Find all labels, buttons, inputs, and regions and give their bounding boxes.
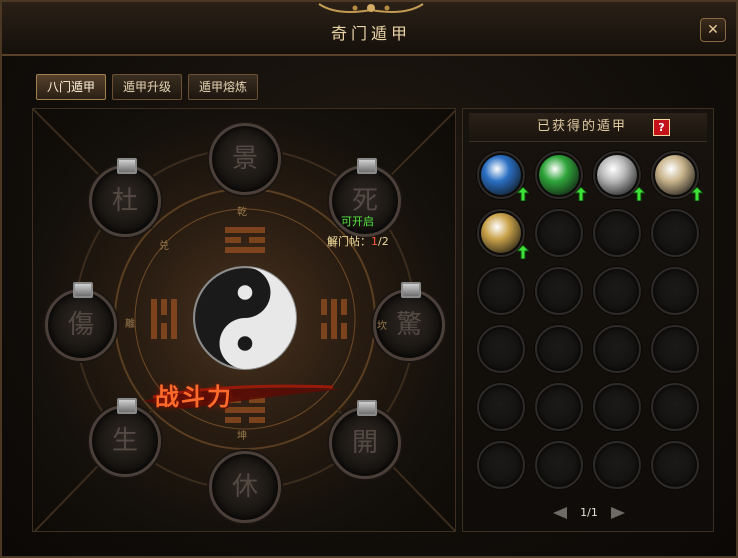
item-slot[interactable] <box>477 325 525 373</box>
item-slot[interactable] <box>477 267 525 315</box>
item-slot[interactable] <box>593 209 641 257</box>
green-swirl-icon <box>539 155 579 195</box>
obtained-dunjia-panel: 已获得的遁甲 ? 1/1 <box>462 108 714 532</box>
panel-header: 已获得的遁甲 ? <box>469 113 707 142</box>
title-bar[interactable]: 奇门遁甲 ✕ <box>2 2 736 56</box>
item-slot[interactable] <box>651 151 703 201</box>
item-slot[interactable] <box>477 209 529 259</box>
combat-power-label: 战斗力 <box>155 382 233 411</box>
upgrade-arrow-icon <box>575 187 587 201</box>
upgrade-arrow-icon <box>633 187 645 201</box>
item-slot[interactable] <box>535 267 583 315</box>
tab-dunjia-upgrade[interactable]: 遁甲升级 <box>112 74 182 100</box>
gate-xiu[interactable]: 休 <box>209 451 281 523</box>
item-slot[interactable] <box>535 151 587 201</box>
item-slot[interactable] <box>535 383 583 431</box>
upgrade-arrow-icon <box>691 187 703 201</box>
window-title: 奇门遁甲 <box>330 24 411 43</box>
item-slot[interactable] <box>593 151 645 201</box>
gate-kai[interactable]: 開 <box>329 400 401 479</box>
silver-swirl-icon <box>597 155 637 195</box>
next-page-button[interactable] <box>611 507 625 519</box>
item-slot[interactable] <box>593 383 641 431</box>
item-slot[interactable] <box>651 325 699 373</box>
trigram-label: 離 <box>125 319 135 330</box>
blue-swirl-icon <box>481 155 521 195</box>
unlock-key-count: 解门帖：1/2 <box>327 233 389 249</box>
key-current: 1 <box>371 235 378 248</box>
qimen-dunjia-window: 奇门遁甲 ✕ 八门遁甲 遁甲升级 遁甲熔炼 景 死 驚 開 休 生 傷 杜 乾 … <box>0 0 738 558</box>
key-total: /2 <box>378 235 389 248</box>
key-label: 解门帖： <box>327 235 371 248</box>
item-slot[interactable] <box>651 267 699 315</box>
golden-staff-icon <box>481 213 521 253</box>
prev-page-button[interactable] <box>553 507 567 519</box>
help-button[interactable]: ? <box>653 119 670 136</box>
item-slot[interactable] <box>593 267 641 315</box>
item-slot[interactable] <box>477 151 529 201</box>
item-slot[interactable] <box>477 441 525 489</box>
item-slot[interactable] <box>535 441 583 489</box>
gate-du-label: 杜 <box>111 186 138 216</box>
item-slot[interactable] <box>593 441 641 489</box>
item-slot[interactable] <box>477 383 525 431</box>
trigram-label: 乾 <box>237 207 247 218</box>
item-slot[interactable] <box>651 209 699 257</box>
gate-status-open: 可开启 <box>341 215 374 228</box>
bagua-wheel-panel: 景 死 驚 開 休 生 傷 杜 乾 巽 坎 坤 離 兑 可开启 解门帖：1/2 … <box>32 108 456 532</box>
upgrade-arrow-icon <box>517 187 529 201</box>
title-ornament-icon <box>318 3 424 13</box>
item-slot[interactable] <box>593 325 641 373</box>
item-slot[interactable] <box>535 209 583 257</box>
gate-du[interactable]: 杜 <box>89 158 161 237</box>
upgrade-arrow-icon <box>517 245 529 259</box>
page-indicator: 1/1 <box>580 506 598 519</box>
scroll-icon <box>655 155 695 195</box>
gate-jing-label: 景 <box>231 144 258 174</box>
close-button[interactable]: ✕ <box>700 18 726 42</box>
gate-sheng-label: 生 <box>111 426 138 456</box>
tab-dunjia-smelt[interactable]: 遁甲熔炼 <box>188 74 258 100</box>
item-slot[interactable] <box>651 383 699 431</box>
gate-shang-label: 傷 <box>67 310 94 340</box>
gate-shang[interactable]: 傷 <box>45 282 117 361</box>
gate-jing[interactable]: 景 <box>209 123 281 195</box>
item-slot[interactable] <box>535 325 583 373</box>
item-slot[interactable] <box>651 441 699 489</box>
trigram-label: 兑 <box>159 241 169 252</box>
tab-bamen-dunjia[interactable]: 八门遁甲 <box>36 74 106 100</box>
gate-kai-label: 開 <box>351 428 378 458</box>
trigram-label: 坎 <box>377 321 387 332</box>
gate-sheng[interactable]: 生 <box>89 398 161 477</box>
trigram-label: 坤 <box>237 431 247 442</box>
gate-xiu-label: 休 <box>231 472 258 502</box>
yin-yang-icon[interactable] <box>193 266 297 370</box>
pager: 1/1 <box>553 505 625 521</box>
